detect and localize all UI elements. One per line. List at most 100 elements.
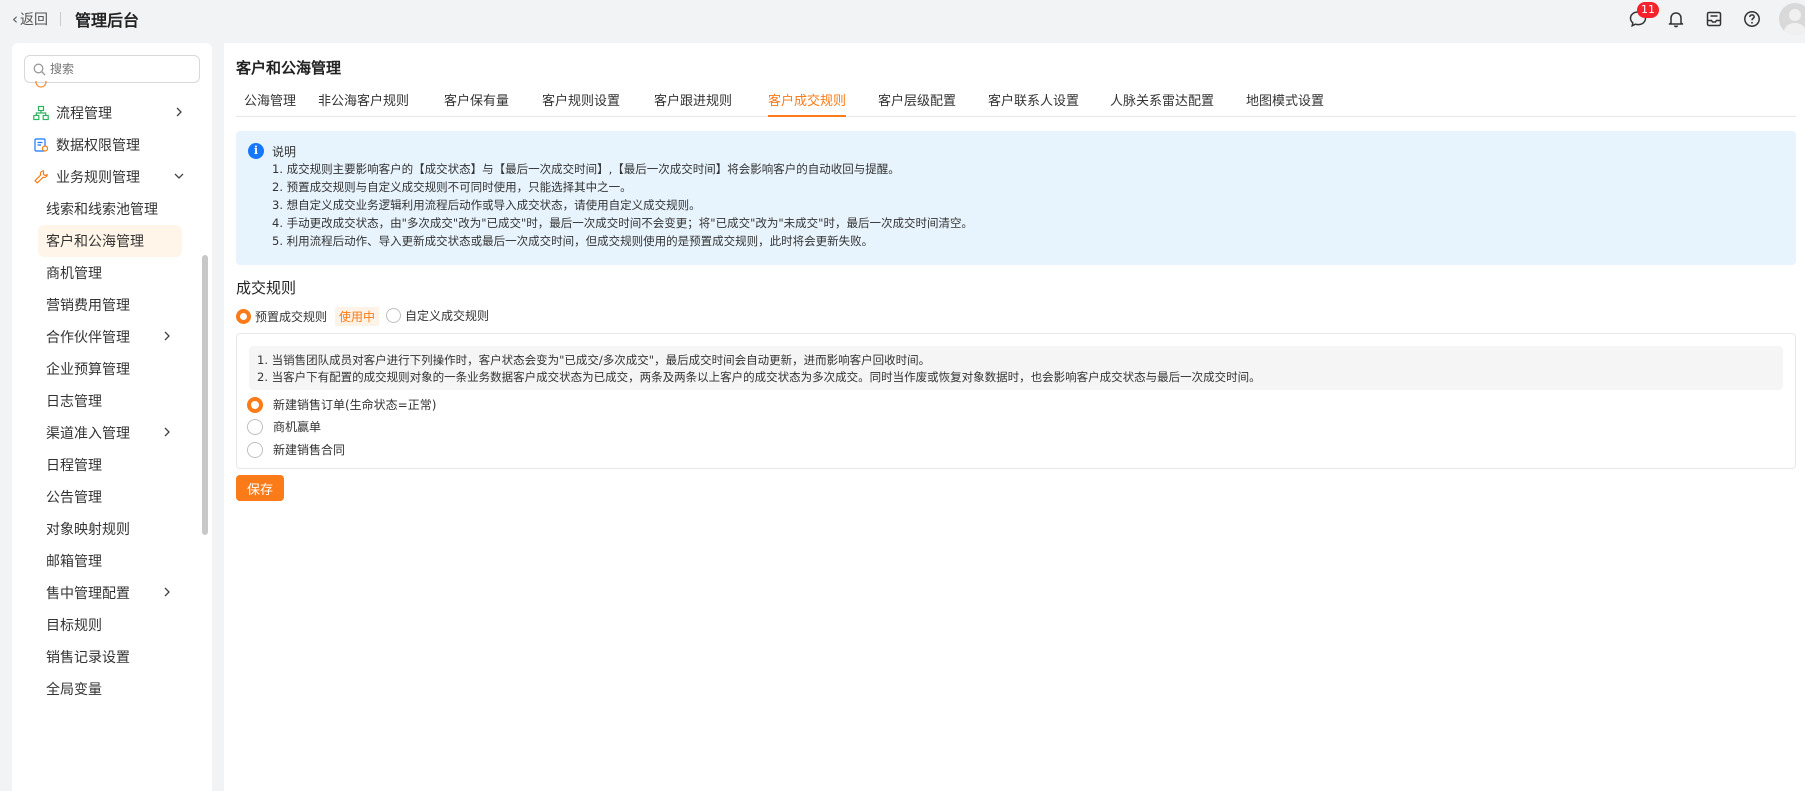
sidebar-item-label: 企业预算管理 — [46, 362, 130, 378]
tab-bar: 公海管理 非公海客户规则 客户保有量 客户规则设置 客户跟进规则 客户成交规则 … — [236, 87, 1796, 117]
option-opportunity-won[interactable]: 商机赢单 — [247, 418, 321, 435]
search-input[interactable] — [50, 62, 190, 76]
top-bar: ‹ 返回 管理后台 11 — [0, 0, 1805, 38]
help-button[interactable] — [1733, 0, 1771, 38]
message-button[interactable]: 11 — [1619, 0, 1659, 38]
save-button[interactable]: 保存 — [236, 475, 284, 501]
data-permission-icon — [32, 136, 50, 154]
chevron-left-icon: ‹ — [12, 10, 18, 28]
chevron-down-icon — [174, 169, 184, 185]
tab-non-sea-rules[interactable]: 非公海客户规则 — [318, 87, 409, 117]
radio-unchecked[interactable] — [386, 308, 401, 323]
sidebar-item-label: 售中管理配置 — [46, 586, 130, 602]
notice-line: 1. 成交规则主要影响客户的【成交状态】与【最后一次成交时间】,【最后一次成交时… — [272, 162, 900, 176]
tab-public-sea[interactable]: 公海管理 — [244, 87, 296, 117]
rule-description: 1. 当销售团队成员对客户进行下列操作时，客户状态会变为"已成交/多次成交"，最… — [249, 346, 1783, 390]
chevron-right-icon — [162, 329, 172, 345]
chevron-right-icon — [162, 425, 172, 441]
chevron-right-icon — [174, 105, 184, 121]
wrench-icon — [32, 168, 50, 186]
tab-relation-radar[interactable]: 人脉关系雷达配置 — [1110, 87, 1214, 117]
sidebar-item-label: 业务规则管理 — [56, 170, 140, 186]
chevron-right-icon — [162, 585, 172, 601]
tab-map-mode[interactable]: 地图模式设置 — [1246, 87, 1324, 117]
radio-unchecked[interactable] — [247, 441, 263, 458]
sidebar-item-schedule[interactable]: 日程管理 — [12, 449, 212, 481]
sidebar-item-target-rules[interactable]: 目标规则 — [12, 609, 212, 641]
inbox-button[interactable] — [1695, 0, 1733, 38]
sidebar-item-in-sale-config[interactable]: 售中管理配置 — [12, 577, 212, 609]
preset-rule-label: 预置成交规则 — [255, 310, 328, 324]
sidebar-item-label: 合作伙伴管理 — [46, 330, 130, 346]
back-button[interactable]: ‹ 返回 — [12, 9, 48, 29]
sidebar-item-label: 营销费用管理 — [46, 298, 130, 314]
sidebar-item-label: 日志管理 — [46, 394, 102, 410]
help-icon — [1744, 11, 1760, 27]
tab-customer-holding[interactable]: 客户保有量 — [444, 87, 509, 117]
sidebar-item-label: 公告管理 — [46, 490, 102, 506]
top-right-actions: 11 — [1619, 0, 1805, 38]
sidebar-item-channel-access[interactable]: 渠道准入管理 — [12, 417, 212, 449]
option-new-sales-order[interactable]: 新建销售订单(生命状态=正常) — [247, 396, 436, 413]
sidebar-item-label: 邮箱管理 — [46, 554, 102, 570]
sidebar-item-label: 流程管理 — [56, 106, 112, 122]
sidebar-item-label: 销售记录设置 — [46, 650, 130, 666]
sidebar-item-budget[interactable]: 企业预算管理 — [12, 353, 212, 385]
sidebar-item-leads[interactable]: 线索和线索池管理 — [12, 193, 212, 225]
sidebar-item-label: 商机管理 — [46, 266, 102, 282]
flow-icon — [32, 104, 50, 122]
sidebar-item-business-rules[interactable]: 业务规则管理 — [12, 161, 212, 193]
tab-customer-rules[interactable]: 客户规则设置 — [542, 87, 620, 117]
sidebar-item-mailbox[interactable]: 邮箱管理 — [12, 545, 212, 577]
sidebar-item-partner[interactable]: 合作伙伴管理 — [12, 321, 212, 353]
sidebar-item-sales-record[interactable]: 销售记录设置 — [12, 641, 212, 673]
notice-title: 说明 — [272, 145, 297, 159]
avatar[interactable] — [1779, 3, 1805, 35]
notice-line: 2. 预置成交规则与自定义成交规则不可同时使用，只能选择其中之一。 — [272, 180, 632, 194]
custom-rule-label: 自定义成交规则 — [405, 309, 490, 323]
notice-line: 5. 利用流程后动作、导入更新成交状态或最后一次成交时间，但成交规则使用的是预置… — [272, 234, 874, 248]
sidebar-item-label: 全局变量 — [46, 682, 102, 698]
sidebar-item-global-variable[interactable]: 全局变量 — [12, 673, 212, 705]
sidebar-item-log[interactable]: 日志管理 — [12, 385, 212, 417]
radio-checked[interactable] — [247, 396, 263, 413]
sidebar-item-marketing-cost[interactable]: 营销费用管理 — [12, 289, 212, 321]
sidebar-item-label: 数据权限管理 — [56, 138, 140, 154]
option-new-sales-contract[interactable]: 新建销售合同 — [247, 441, 345, 458]
sidebar-item-label: 目标规则 — [46, 618, 102, 634]
settings-icon — [32, 81, 50, 91]
page-title: 客户和公海管理 — [236, 59, 342, 77]
tab-follow-up-rules[interactable]: 客户跟进规则 — [654, 87, 732, 117]
user-icon — [1783, 9, 1805, 35]
sidebar: 流程管理 数据权限管理 业务规则管理 线索和线索池管理 客户和公海管理 — [12, 43, 212, 791]
back-label: 返回 — [20, 12, 48, 28]
sidebar-item-announcement[interactable]: 公告管理 — [12, 481, 212, 513]
notification-button[interactable] — [1657, 0, 1695, 38]
tab-contact-settings[interactable]: 客户联系人设置 — [988, 87, 1079, 117]
notice-line: 3. 想自定义成交业务逻辑利用流程后动作或导入成交状态，请使用自定义成交规则。 — [272, 198, 701, 212]
inbox-icon — [1706, 11, 1722, 27]
rule-options-box: 1. 当销售团队成员对客户进行下列操作时，客户状态会变为"已成交/多次成交"，最… — [236, 333, 1796, 469]
rule-desc-line: 2. 当客户下有配置的成交规则对象的一条业务数据客户成交状态为已成交，两条及两条… — [257, 370, 1261, 384]
custom-rule-radio[interactable]: 自定义成交规则 — [386, 307, 489, 324]
divider — [60, 12, 61, 26]
sidebar-scrollbar[interactable] — [202, 255, 208, 535]
preset-rule-radio[interactable]: 预置成交规则 使用中 — [236, 307, 380, 326]
tab-customer-level[interactable]: 客户层级配置 — [878, 87, 956, 117]
sidebar-item-customer-sea[interactable]: 客户和公海管理 — [38, 225, 182, 257]
notice-line: 4. 手动更改成交状态，由"多次成交"改为"已成交"时，最后一次成交时间不会变更… — [272, 216, 973, 230]
app-title: 管理后台 — [75, 11, 140, 30]
radio-checked[interactable] — [236, 309, 251, 324]
radio-unchecked[interactable] — [247, 418, 263, 435]
sidebar-item-opportunity[interactable]: 商机管理 — [12, 257, 212, 289]
main-content: 客户和公海管理 公海管理 非公海客户规则 客户保有量 客户规则设置 客户跟进规则… — [224, 43, 1805, 791]
sidebar-item-flow-management[interactable]: 流程管理 — [12, 97, 212, 129]
sidebar-item-data-permission[interactable]: 数据权限管理 — [12, 129, 212, 161]
section-title: 成交规则 — [236, 279, 297, 297]
info-icon: i — [248, 143, 264, 159]
notice-panel: i 说明 1. 成交规则主要影响客户的【成交状态】与【最后一次成交时间】,【最后… — [236, 131, 1796, 265]
search-box[interactable] — [24, 55, 200, 83]
sidebar-item-object-mapping[interactable]: 对象映射规则 — [12, 513, 212, 545]
sidebar-item-clipped — [12, 81, 212, 97]
tab-deal-rules[interactable]: 客户成交规则 — [768, 87, 847, 117]
